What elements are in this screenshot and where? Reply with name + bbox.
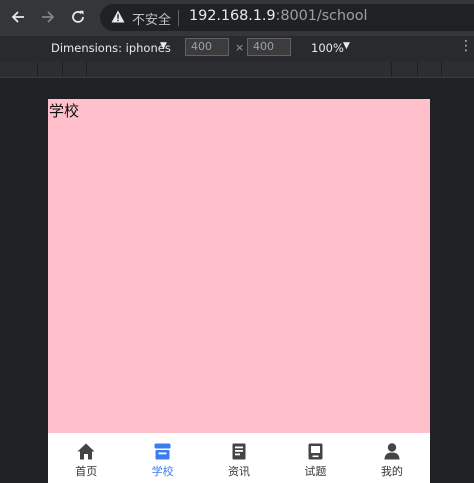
caret-down-icon[interactable]: ▼ [343, 41, 350, 51]
ruler-tick [86, 62, 87, 77]
tab-profile[interactable]: 我的 [354, 433, 430, 483]
bottom-tab-bar: 首页 学校 资讯 试题 我的 [48, 433, 430, 483]
url-path: :8001/school [275, 8, 368, 24]
arrow-left-icon [11, 11, 24, 23]
media-query-bar[interactable] [0, 62, 474, 78]
tab-news[interactable]: 资讯 [201, 433, 277, 483]
page-title: 学校 [49, 102, 80, 120]
tab-school[interactable]: 学校 [124, 433, 200, 483]
divider [178, 10, 179, 26]
tab-label: 我的 [380, 465, 403, 478]
caret-down-icon[interactable]: ▼ [160, 41, 167, 51]
dimension-separator: × [235, 41, 245, 54]
url-host: 192.168.1.9 [189, 8, 276, 24]
tab-exams[interactable]: 试题 [277, 433, 353, 483]
tab-label: 试题 [304, 465, 327, 478]
height-input[interactable]: 400 [247, 38, 291, 56]
ruler-tick [441, 62, 442, 77]
more-options-icon[interactable]: ⋮ [459, 38, 473, 54]
ruler-tick [417, 62, 418, 77]
reload-icon [72, 10, 84, 23]
browser-toolbar: 不安全 192.168.1.9:8001/school [0, 0, 474, 36]
document-icon [232, 443, 246, 460]
home-icon [77, 443, 95, 460]
user-icon [384, 443, 400, 460]
zoom-selector[interactable]: 100% [311, 41, 344, 55]
tab-home[interactable]: 首页 [48, 433, 124, 483]
insecure-label[interactable]: 不安全 [132, 9, 171, 28]
width-input[interactable]: 400 [185, 38, 229, 56]
forward-button[interactable] [37, 6, 59, 28]
tab-label: 学校 [151, 465, 174, 478]
arrow-right-icon [42, 11, 55, 23]
back-button[interactable] [7, 6, 29, 28]
ruler-tick [37, 62, 38, 77]
address-bar[interactable]: 不安全 192.168.1.9:8001/school [100, 4, 474, 31]
device-toolbar: Dimensions: iphones ▼ 400 × 400 100% ▼ ⋮ [0, 36, 474, 63]
warning-icon[interactable] [111, 10, 125, 23]
tab-label: 资讯 [228, 465, 251, 478]
reload-button[interactable] [67, 6, 89, 28]
tab-label: 首页 [75, 465, 98, 478]
device-selector[interactable]: Dimensions: iphones [51, 41, 171, 55]
book-icon [308, 443, 323, 460]
device-viewport: 学校 首页 学校 资讯 试题 我的 [48, 99, 430, 483]
ruler-tick [391, 62, 392, 77]
url-text[interactable]: 192.168.1.9:8001/school [189, 8, 368, 24]
ruler-tick [62, 62, 63, 77]
store-icon [154, 443, 171, 460]
